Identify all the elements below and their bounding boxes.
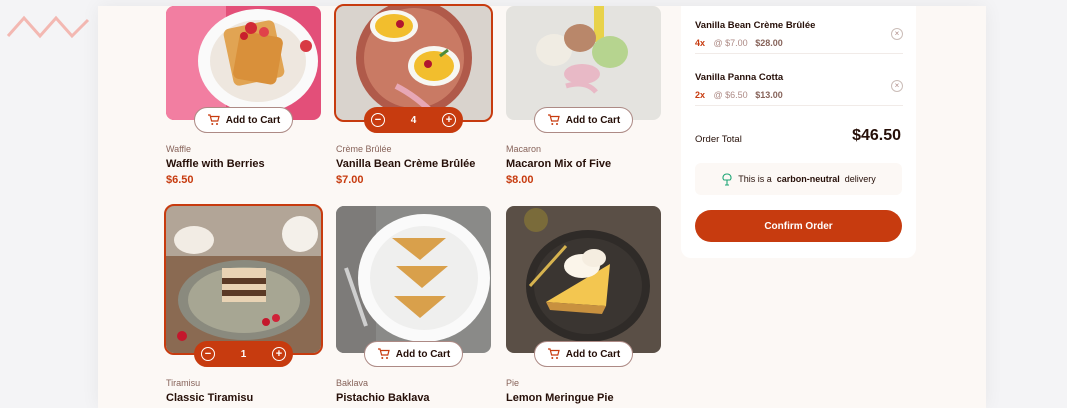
product-price: $7.00 xyxy=(336,174,364,186)
decorative-zigzag xyxy=(6,15,90,39)
cart-item: Vanilla Panna Cotta 2x @ $6.50 $13.00 × xyxy=(695,58,903,106)
order-total-label: Order Total xyxy=(695,134,742,145)
product-category: Crème Brûlée xyxy=(336,144,392,154)
cart-icon xyxy=(547,114,560,125)
product-category: Pie xyxy=(506,378,520,388)
cart-item-unit-price: @ $6.50 xyxy=(713,90,748,100)
cart-item-total: $28.00 xyxy=(755,38,783,48)
product-price: $8.00 xyxy=(506,174,534,186)
product-category: Baklava xyxy=(336,378,369,388)
quantity-value: 1 xyxy=(240,348,247,360)
increment-quantity-button[interactable]: + xyxy=(272,347,286,361)
cart-icon xyxy=(207,114,220,125)
cart-item: Vanilla Bean Crème Brûlée 4x @ $7.00 $28… xyxy=(695,6,903,54)
carbon-neutral-note: This is a carbon-neutral delivery xyxy=(695,163,902,195)
dessert-page: Add to Cart Waffle Waffle with Berries $… xyxy=(98,4,986,408)
add-to-cart-button[interactable]: Add to Cart xyxy=(194,107,293,133)
add-to-cart-label: Add to Cart xyxy=(565,114,621,126)
product-price: $6.50 xyxy=(166,174,194,186)
add-to-cart-button[interactable]: Add to Cart xyxy=(534,341,633,367)
product-name: Classic Tiramisu xyxy=(166,392,254,404)
product-grid: Add to Cart Waffle Waffle with Berries $… xyxy=(164,4,662,408)
cart-item-name: Vanilla Panna Cotta xyxy=(695,72,784,83)
order-total-value: $46.50 xyxy=(852,127,901,144)
product-name: Lemon Meringue Pie xyxy=(506,392,614,404)
add-to-cart-label: Add to Cart xyxy=(225,114,281,126)
decrement-quantity-button[interactable]: − xyxy=(201,347,215,361)
add-to-cart-label: Add to Cart xyxy=(395,348,451,360)
quantity-value: 4 xyxy=(410,114,417,126)
cart-item-unit-price: @ $7.00 xyxy=(713,38,748,48)
cart-panel: Vanilla Bean Crème Brûlée 4x @ $7.00 $28… xyxy=(681,6,916,258)
cart-item-line: 4x @ $7.00 $28.00 xyxy=(695,38,783,48)
product-name: Pistachio Baklava xyxy=(336,392,430,404)
confirm-order-button[interactable]: Confirm Order xyxy=(695,210,902,242)
carbon-bold: carbon-neutral xyxy=(776,174,840,184)
remove-item-icon[interactable]: × xyxy=(891,80,903,92)
remove-item-icon[interactable]: × xyxy=(891,28,903,40)
product-name: Macaron Mix of Five xyxy=(506,158,612,170)
add-to-cart-button[interactable]: Add to Cart xyxy=(534,107,633,133)
quantity-stepper[interactable]: − 4 + xyxy=(364,107,463,133)
decrement-quantity-button[interactable]: − xyxy=(371,113,385,127)
product-category: Tiramisu xyxy=(166,378,201,388)
cart-item-total: $13.00 xyxy=(755,90,783,100)
cart-item-line: 2x @ $6.50 $13.00 xyxy=(695,90,783,100)
cart-icon xyxy=(547,348,560,359)
product-category: Macaron xyxy=(506,144,542,154)
product-image-tiramisu xyxy=(164,204,323,355)
product-name: Vanilla Bean Crème Brûlée xyxy=(336,158,476,170)
product-image-macaron xyxy=(506,6,661,120)
cart-icon xyxy=(377,348,390,359)
cart-item-qty: 2x xyxy=(695,90,706,100)
cart-item-name: Vanilla Bean Crème Brûlée xyxy=(695,20,816,31)
add-to-cart-label: Add to Cart xyxy=(565,348,621,360)
increment-quantity-button[interactable]: + xyxy=(442,113,456,127)
product-image-pie xyxy=(506,206,661,353)
product-name: Waffle with Berries xyxy=(166,158,265,170)
product-image-baklava xyxy=(336,206,491,353)
add-to-cart-button[interactable]: Add to Cart xyxy=(364,341,463,367)
quantity-stepper[interactable]: − 1 + xyxy=(194,341,293,367)
product-image-waffle xyxy=(166,6,321,120)
carbon-suffix: delivery xyxy=(844,174,876,184)
tree-icon xyxy=(722,172,732,186)
product-image-creme-brulee xyxy=(334,4,493,122)
cart-item-qty: 4x xyxy=(695,38,706,48)
product-category: Waffle xyxy=(166,144,192,154)
carbon-prefix: This is a xyxy=(738,174,772,184)
